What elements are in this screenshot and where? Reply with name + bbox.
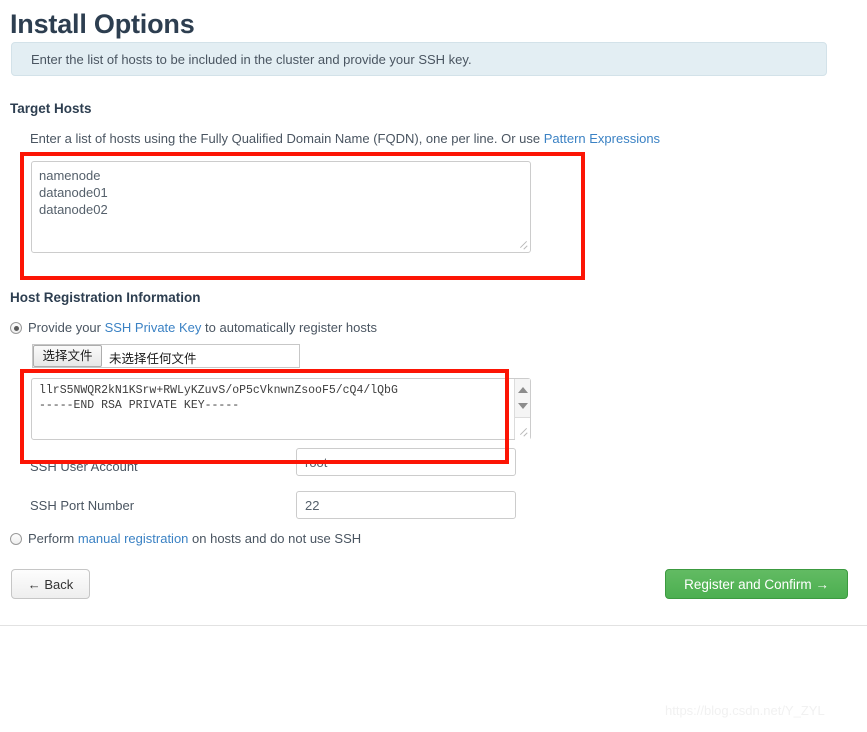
footer-divider	[0, 625, 867, 626]
helper-text-prefix: Enter a list of hosts using the Fully Qu…	[30, 131, 544, 146]
ssh-key-radio-option[interactable]: Provide your SSH Private Key to automati…	[10, 320, 377, 335]
file-status-label: 未选择任何文件	[109, 352, 197, 366]
target-hosts-helper-text: Enter a list of hosts using the Fully Qu…	[30, 131, 660, 146]
private-key-file-input[interactable]: 选择文件 未选择任何文件	[32, 344, 300, 368]
ssh-private-key-link[interactable]: SSH Private Key	[105, 320, 202, 335]
ssh-option-suffix: to automatically register hosts	[201, 320, 377, 335]
ssh-port-number-label: SSH Port Number	[30, 498, 135, 513]
ssh-option-prefix: Provide your	[28, 320, 105, 335]
ssh-user-account-label: SSH User Account	[30, 459, 138, 474]
host-registration-heading: Host Registration Information	[10, 290, 201, 305]
scroll-track[interactable]	[515, 417, 530, 440]
scroll-up-icon[interactable]	[518, 387, 528, 393]
manual-registration-radio-option[interactable]: Perform manual registration on hosts and…	[10, 531, 361, 546]
info-alert: Enter the list of hosts to be included i…	[11, 42, 827, 76]
ssh-user-account-input[interactable]	[296, 448, 516, 476]
pattern-expressions-link[interactable]: Pattern Expressions	[544, 131, 660, 146]
page-title: Install Options	[10, 9, 195, 40]
private-key-textarea[interactable]: llrS5NWQR2kN1KSrw+RWLyKZuvS/oP5cVknwnZso…	[31, 378, 531, 440]
install-options-page: Install Options Enter the list of hosts …	[0, 0, 867, 732]
watermark: https://blog.csdn.net/Y_ZYL	[665, 703, 825, 718]
manual-option-suffix: on hosts and do not use SSH	[188, 531, 362, 546]
radio-manual-registration-icon[interactable]	[10, 533, 22, 545]
scroll-down-icon[interactable]	[518, 403, 528, 409]
radio-ssh-key-icon[interactable]	[10, 322, 22, 334]
target-hosts-heading: Target Hosts	[10, 101, 92, 116]
private-key-text: llrS5NWQR2kN1KSrw+RWLyKZuvS/oP5cVknwnZso…	[39, 384, 398, 412]
private-key-scrollbar[interactable]	[514, 379, 530, 440]
manual-option-prefix: Perform	[28, 531, 78, 546]
choose-file-button[interactable]: 选择文件	[33, 345, 102, 367]
manual-registration-link[interactable]: manual registration	[78, 531, 189, 546]
register-and-confirm-button[interactable]: Register and Confirm →	[665, 569, 848, 599]
back-button[interactable]: ← Back	[11, 569, 90, 599]
ssh-port-number-input[interactable]	[296, 491, 516, 519]
target-hosts-input[interactable]	[31, 161, 531, 253]
info-alert-text: Enter the list of hosts to be included i…	[31, 52, 472, 67]
